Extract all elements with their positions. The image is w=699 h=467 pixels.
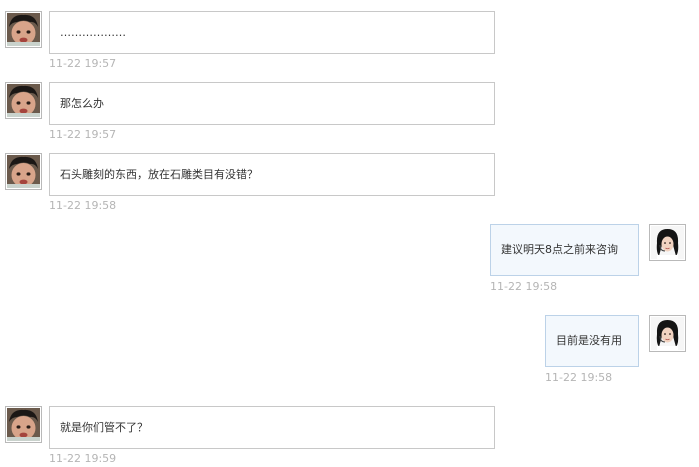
- chat-history: ……………… 11-22 19:57 那怎么办 11-22 19:57 石头雕刻…: [0, 0, 699, 467]
- message-text: 就是你们管不了？: [60, 421, 148, 434]
- message-incoming: 就是你们管不了？ 11-22 19:59: [0, 0, 699, 467]
- message-bubble: 就是你们管不了？: [49, 406, 495, 449]
- child-avatar-icon[interactable]: [5, 406, 42, 443]
- message-timestamp: 11-22 19:59: [49, 452, 117, 465]
